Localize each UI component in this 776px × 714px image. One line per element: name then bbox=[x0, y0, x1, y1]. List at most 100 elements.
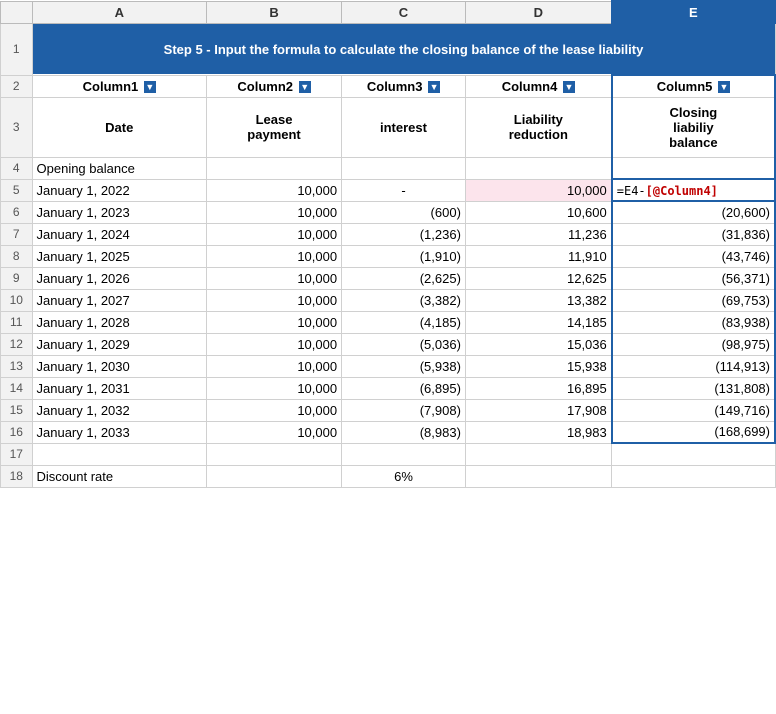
cell-18c[interactable]: 6% bbox=[342, 465, 466, 487]
cell-5c[interactable]: - bbox=[342, 179, 466, 201]
cell-16a[interactable]: January 1, 2033 bbox=[32, 421, 206, 443]
cell-6c[interactable]: (600) bbox=[342, 201, 466, 223]
cell-4c[interactable] bbox=[342, 157, 466, 179]
cell-15e[interactable]: (149,716) bbox=[612, 399, 775, 421]
cell-10a[interactable]: January 1, 2027 bbox=[32, 289, 206, 311]
col5-filter-icon[interactable]: ▼ bbox=[718, 81, 730, 93]
cell-9e[interactable]: (56,371) bbox=[612, 267, 775, 289]
cell-10b[interactable]: 10,000 bbox=[207, 289, 342, 311]
cell-18d[interactable] bbox=[465, 465, 611, 487]
col2-e[interactable]: Column5 ▼ bbox=[612, 75, 775, 97]
row-num-13: 13 bbox=[1, 355, 33, 377]
cell-16c[interactable]: (8,983) bbox=[342, 421, 466, 443]
cell-4b[interactable] bbox=[207, 157, 342, 179]
cell-5d[interactable]: 10,000 bbox=[465, 179, 611, 201]
col-header-d[interactable]: D bbox=[465, 1, 611, 23]
cell-7b[interactable]: 10,000 bbox=[207, 223, 342, 245]
cell-13d[interactable]: 15,938 bbox=[465, 355, 611, 377]
col2-d[interactable]: Column4 ▼ bbox=[465, 75, 611, 97]
cell-16e[interactable]: (168,699) bbox=[612, 421, 775, 443]
cell-11c[interactable]: (4,185) bbox=[342, 311, 466, 333]
column-letter-row: A B C D E bbox=[1, 1, 776, 23]
row-5: 5 January 1, 2022 10,000 - 10,000 =E4-[@… bbox=[1, 179, 776, 201]
col4-filter-icon[interactable]: ▼ bbox=[563, 81, 575, 93]
cell-17b[interactable] bbox=[207, 443, 342, 465]
cell-5a[interactable]: January 1, 2022 bbox=[32, 179, 206, 201]
cell-7e[interactable]: (31,836) bbox=[612, 223, 775, 245]
cell-5b[interactable]: 10,000 bbox=[207, 179, 342, 201]
cell-17a[interactable] bbox=[32, 443, 206, 465]
cell-17e[interactable] bbox=[612, 443, 775, 465]
cell-8b[interactable]: 10,000 bbox=[207, 245, 342, 267]
col-header-b[interactable]: B bbox=[207, 1, 342, 23]
cell-12d[interactable]: 15,036 bbox=[465, 333, 611, 355]
cell-15a[interactable]: January 1, 2032 bbox=[32, 399, 206, 421]
cell-17c[interactable] bbox=[342, 443, 466, 465]
cell-7d[interactable]: 11,236 bbox=[465, 223, 611, 245]
cell-13b[interactable]: 10,000 bbox=[207, 355, 342, 377]
col2-c[interactable]: Column3 ▼ bbox=[342, 75, 466, 97]
cell-12b[interactable]: 10,000 bbox=[207, 333, 342, 355]
cell-13e[interactable]: (114,913) bbox=[612, 355, 775, 377]
cell-18a[interactable]: Discount rate bbox=[32, 465, 206, 487]
cell-17d[interactable] bbox=[465, 443, 611, 465]
cell-14e[interactable]: (131,808) bbox=[612, 377, 775, 399]
cell-15c[interactable]: (7,908) bbox=[342, 399, 466, 421]
col3-label: Column3 bbox=[367, 79, 423, 94]
cell-14c[interactable]: (6,895) bbox=[342, 377, 466, 399]
cell-15b[interactable]: 10,000 bbox=[207, 399, 342, 421]
title-cell: Step 5 - Input the formula to calculate … bbox=[32, 23, 775, 75]
cell-6e[interactable]: (20,600) bbox=[612, 201, 775, 223]
cell-8d[interactable]: 11,910 bbox=[465, 245, 611, 267]
cell-16d[interactable]: 18,983 bbox=[465, 421, 611, 443]
cell-14d[interactable]: 16,895 bbox=[465, 377, 611, 399]
cell-12c[interactable]: (5,036) bbox=[342, 333, 466, 355]
cell-11a[interactable]: January 1, 2028 bbox=[32, 311, 206, 333]
cell-18b[interactable] bbox=[207, 465, 342, 487]
cell-7c[interactable]: (1,236) bbox=[342, 223, 466, 245]
cell-8c[interactable]: (1,910) bbox=[342, 245, 466, 267]
col1-filter-icon[interactable]: ▼ bbox=[144, 81, 156, 93]
col2-a[interactable]: Column1 ▼ bbox=[32, 75, 206, 97]
cell-6b[interactable]: 10,000 bbox=[207, 201, 342, 223]
col-header-a[interactable]: A bbox=[32, 1, 206, 23]
cell-4e[interactable] bbox=[612, 157, 775, 179]
cell-13c[interactable]: (5,938) bbox=[342, 355, 466, 377]
cell-8a[interactable]: January 1, 2025 bbox=[32, 245, 206, 267]
cell-9a[interactable]: January 1, 2026 bbox=[32, 267, 206, 289]
cell-6a[interactable]: January 1, 2023 bbox=[32, 201, 206, 223]
cell-10c[interactable]: (3,382) bbox=[342, 289, 466, 311]
col1-label: Column1 bbox=[83, 79, 139, 94]
row-num-8: 8 bbox=[1, 245, 33, 267]
cell-16b[interactable]: 10,000 bbox=[207, 421, 342, 443]
cell-18e[interactable] bbox=[612, 465, 775, 487]
cell-11b[interactable]: 10,000 bbox=[207, 311, 342, 333]
col3-filter-icon[interactable]: ▼ bbox=[428, 81, 440, 93]
cell-11d[interactable]: 14,185 bbox=[465, 311, 611, 333]
cell-8e[interactable]: (43,746) bbox=[612, 245, 775, 267]
cell-5e[interactable]: =E4-[@Column4] bbox=[612, 179, 775, 201]
col2-b[interactable]: Column2 ▼ bbox=[207, 75, 342, 97]
cell-10e[interactable]: (69,753) bbox=[612, 289, 775, 311]
cell-9c[interactable]: (2,625) bbox=[342, 267, 466, 289]
cell-4a[interactable]: Opening balance bbox=[32, 157, 206, 179]
column-names-row: 2 Column1 ▼ Column2 ▼ Column3 ▼ Column4 … bbox=[1, 75, 776, 97]
cell-9b[interactable]: 10,000 bbox=[207, 267, 342, 289]
cell-14b[interactable]: 10,000 bbox=[207, 377, 342, 399]
row-num-16: 16 bbox=[1, 421, 33, 443]
col2-filter-icon[interactable]: ▼ bbox=[299, 81, 311, 93]
row-num-1: 1 bbox=[1, 23, 33, 75]
cell-12e[interactable]: (98,975) bbox=[612, 333, 775, 355]
cell-4d[interactable] bbox=[465, 157, 611, 179]
cell-13a[interactable]: January 1, 2030 bbox=[32, 355, 206, 377]
cell-10d[interactable]: 13,382 bbox=[465, 289, 611, 311]
cell-9d[interactable]: 12,625 bbox=[465, 267, 611, 289]
cell-6d[interactable]: 10,600 bbox=[465, 201, 611, 223]
col-header-c[interactable]: C bbox=[342, 1, 466, 23]
cell-15d[interactable]: 17,908 bbox=[465, 399, 611, 421]
cell-7a[interactable]: January 1, 2024 bbox=[32, 223, 206, 245]
cell-11e[interactable]: (83,938) bbox=[612, 311, 775, 333]
cell-14a[interactable]: January 1, 2031 bbox=[32, 377, 206, 399]
col-header-e[interactable]: E bbox=[612, 1, 775, 23]
cell-12a[interactable]: January 1, 2029 bbox=[32, 333, 206, 355]
